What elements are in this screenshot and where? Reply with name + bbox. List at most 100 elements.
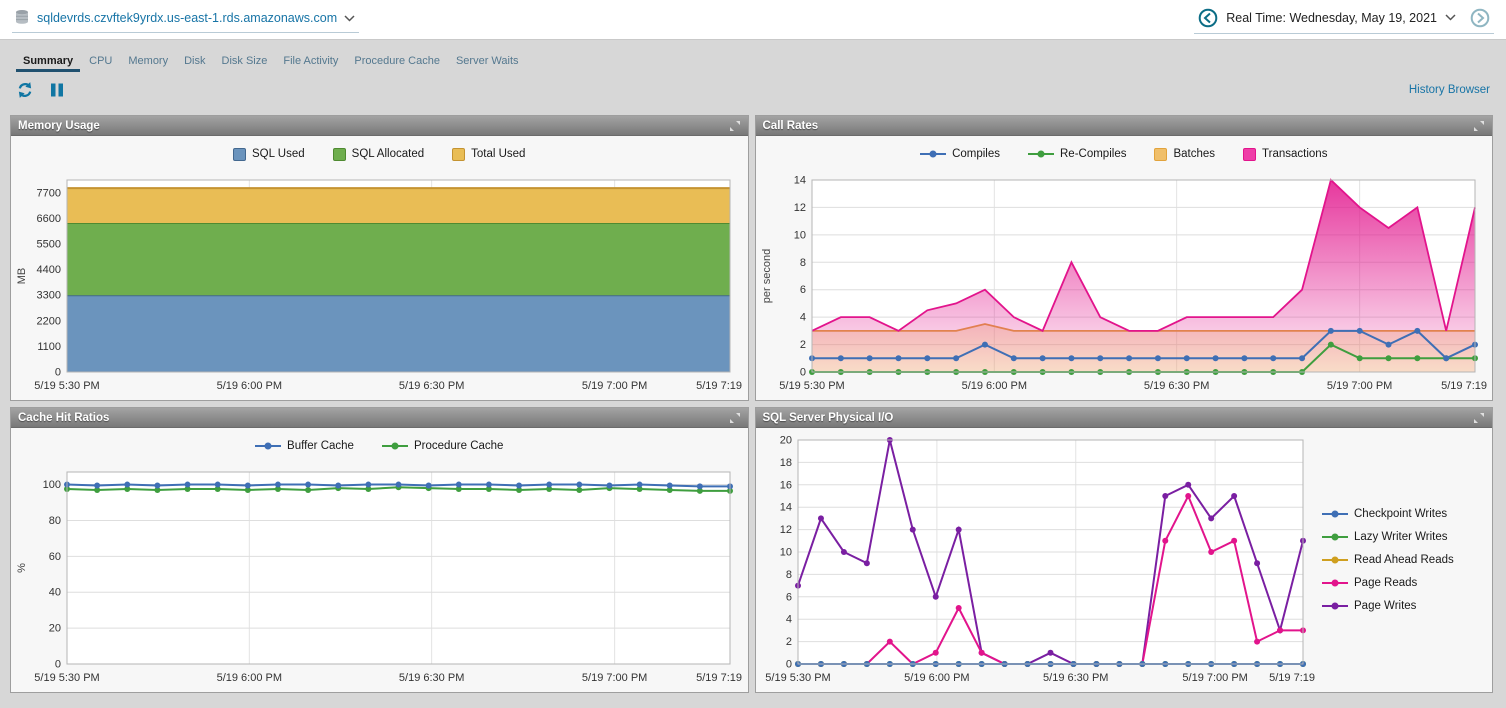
collapse-panel-icon[interactable] bbox=[729, 412, 741, 424]
tab-bar: Summary CPU Memory Disk Disk Size File A… bbox=[0, 40, 1506, 72]
svg-text:2: 2 bbox=[785, 636, 791, 648]
server-name[interactable]: sqldevrds.czvftek9yrdx.us-east-1.rds.ama… bbox=[37, 11, 337, 25]
svg-text:0: 0 bbox=[799, 367, 805, 379]
history-back-button[interactable] bbox=[1198, 8, 1218, 28]
panel-body: 5/19 5:30 PM5/19 6:00 PM5/19 6:30 PM5/19… bbox=[756, 428, 1493, 692]
tab-disk-size[interactable]: Disk Size bbox=[215, 49, 275, 72]
svg-text:5/19 5:30 PM: 5/19 5:30 PM bbox=[34, 380, 99, 392]
svg-text:0: 0 bbox=[55, 659, 61, 671]
legend-label: Read Ahead Reads bbox=[1354, 554, 1454, 566]
svg-text:6: 6 bbox=[785, 591, 791, 603]
svg-text:4: 4 bbox=[785, 614, 791, 626]
legend-label: Procedure Cache bbox=[414, 440, 504, 452]
svg-text:5/19 5:30 PM: 5/19 5:30 PM bbox=[34, 672, 99, 684]
legend-item-batches[interactable]: Batches bbox=[1154, 148, 1215, 161]
chevron-down-icon[interactable] bbox=[344, 15, 355, 22]
tab-server-waits[interactable]: Server Waits bbox=[449, 49, 526, 72]
tab-memory[interactable]: Memory bbox=[121, 49, 175, 72]
chevron-down-icon[interactable] bbox=[1445, 14, 1456, 21]
legend-item-lazy-writer-writes[interactable]: Lazy Writer Writes bbox=[1322, 531, 1448, 543]
svg-text:5/19 7:00 PM: 5/19 7:00 PM bbox=[582, 672, 647, 684]
server-icon bbox=[14, 9, 30, 28]
legend-label: Page Reads bbox=[1354, 577, 1417, 589]
svg-text:5/19 7:19: 5/19 7:19 bbox=[696, 672, 742, 684]
legend-item-re-compiles[interactable]: Re-Compiles bbox=[1028, 148, 1126, 160]
legend-swatch-square bbox=[1154, 148, 1167, 161]
call-rates-chart: 5/19 5:30 PM5/19 6:00 PM5/19 6:30 PM5/19… bbox=[758, 170, 1491, 398]
svg-text:7700: 7700 bbox=[37, 187, 61, 199]
svg-text:80: 80 bbox=[49, 515, 61, 527]
tab-file-activity[interactable]: File Activity bbox=[276, 49, 345, 72]
refresh-button[interactable] bbox=[16, 81, 34, 99]
legend-item-page-writes[interactable]: Page Writes bbox=[1322, 600, 1416, 612]
collapse-panel-icon[interactable] bbox=[729, 120, 741, 132]
svg-text:0: 0 bbox=[785, 659, 791, 671]
svg-text:8: 8 bbox=[799, 257, 805, 269]
svg-text:12: 12 bbox=[793, 202, 805, 214]
legend-swatch-square bbox=[233, 148, 246, 161]
svg-text:5/19 7:19: 5/19 7:19 bbox=[1441, 380, 1487, 392]
memory-usage-svg: 5/19 5:30 PM5/19 6:00 PM5/19 6:30 PM5/19… bbox=[13, 170, 746, 398]
pause-button[interactable] bbox=[50, 82, 64, 98]
legend-label: SQL Used bbox=[252, 148, 305, 160]
legend-swatch-line-dot bbox=[1028, 149, 1054, 159]
svg-text:5/19 7:00 PM: 5/19 7:00 PM bbox=[582, 380, 647, 392]
tab-cpu[interactable]: CPU bbox=[82, 49, 119, 72]
panel-call-rates: Call Rates Compiles Re-Compiles Batches Tra… bbox=[755, 115, 1494, 401]
legend-item-page-reads[interactable]: Page Reads bbox=[1322, 577, 1417, 589]
collapse-panel-icon[interactable] bbox=[1473, 120, 1485, 132]
legend-swatch-line-dot bbox=[1322, 578, 1348, 588]
svg-text:6600: 6600 bbox=[37, 213, 61, 225]
legend-swatch-square bbox=[1243, 148, 1256, 161]
svg-text:14: 14 bbox=[793, 175, 805, 187]
legend-label: SQL Allocated bbox=[352, 148, 424, 160]
server-selector[interactable]: sqldevrds.czvftek9yrdx.us-east-1.rds.ama… bbox=[12, 7, 359, 33]
panel-header: SQL Server Physical I/O bbox=[756, 408, 1493, 428]
legend-item-read-ahead-reads[interactable]: Read Ahead Reads bbox=[1322, 554, 1454, 566]
legend-item-total-used[interactable]: Total Used bbox=[452, 148, 525, 161]
svg-text:5/19 5:30 PM: 5/19 5:30 PM bbox=[765, 672, 830, 684]
legend-item-sql-used[interactable]: SQL Used bbox=[233, 148, 305, 161]
legend-swatch-line-dot bbox=[1322, 555, 1348, 565]
legend-item-buffer-cache[interactable]: Buffer Cache bbox=[255, 440, 354, 452]
svg-text:5/19 6:00 PM: 5/19 6:00 PM bbox=[961, 380, 1026, 392]
svg-text:5/19 6:30 PM: 5/19 6:30 PM bbox=[399, 672, 464, 684]
legend-call-rates: Compiles Re-Compiles Batches Transactions bbox=[758, 138, 1491, 170]
panel-memory-usage: Memory Usage SQL UsedSQL AllocatedTotal … bbox=[10, 115, 749, 401]
legend-swatch-line-dot bbox=[382, 441, 408, 451]
legend-swatch-line-dot bbox=[255, 441, 281, 451]
legend-item-compiles[interactable]: Compiles bbox=[920, 148, 1000, 160]
physical-io-chart: 5/19 5:30 PM5/19 6:00 PM5/19 6:30 PM5/19… bbox=[758, 430, 1319, 690]
collapse-panel-icon[interactable] bbox=[1473, 412, 1485, 424]
legend-swatch-square bbox=[452, 148, 465, 161]
history-browser-link[interactable]: History Browser bbox=[1409, 84, 1490, 96]
dashboard-panels: Memory Usage SQL UsedSQL AllocatedTotal … bbox=[0, 108, 1506, 693]
legend-memory-usage: SQL Used SQL Allocated Total Used bbox=[13, 138, 746, 170]
legend-item-procedure-cache[interactable]: Procedure Cache bbox=[382, 440, 504, 452]
svg-text:2200: 2200 bbox=[37, 315, 61, 327]
svg-text:14: 14 bbox=[779, 502, 791, 514]
svg-text:0: 0 bbox=[55, 367, 61, 379]
history-forward-button[interactable] bbox=[1470, 8, 1490, 28]
panel-header: Call Rates bbox=[756, 116, 1493, 136]
svg-text:5/19 6:30 PM: 5/19 6:30 PM bbox=[1143, 380, 1208, 392]
svg-text:5/19 7:00 PM: 5/19 7:00 PM bbox=[1182, 672, 1247, 684]
legend-label: Page Writes bbox=[1354, 600, 1416, 612]
svg-text:5/19 6:30 PM: 5/19 6:30 PM bbox=[399, 380, 464, 392]
legend-item-transactions[interactable]: Transactions bbox=[1243, 148, 1327, 161]
panel-title: SQL Server Physical I/O bbox=[763, 412, 894, 424]
legend-item-checkpoint-writes[interactable]: Checkpoint Writes bbox=[1322, 508, 1447, 520]
tab-disk[interactable]: Disk bbox=[177, 49, 212, 72]
svg-text:%: % bbox=[16, 563, 28, 573]
toolbar: History Browser bbox=[0, 72, 1506, 108]
legend-label: Transactions bbox=[1262, 148, 1327, 160]
svg-text:3300: 3300 bbox=[37, 290, 61, 302]
panel-body: Compiles Re-Compiles Batches Transactions 5… bbox=[756, 136, 1493, 400]
svg-text:20: 20 bbox=[49, 623, 61, 635]
realtime-control: Real Time: Wednesday, May 19, 2021 bbox=[1194, 6, 1494, 34]
tab-procedure-cache[interactable]: Procedure Cache bbox=[347, 49, 447, 72]
legend-swatch-line-dot bbox=[1322, 532, 1348, 542]
svg-text:5/19 6:00 PM: 5/19 6:00 PM bbox=[217, 672, 282, 684]
legend-item-sql-allocated[interactable]: SQL Allocated bbox=[333, 148, 424, 161]
tab-summary[interactable]: Summary bbox=[16, 49, 80, 72]
